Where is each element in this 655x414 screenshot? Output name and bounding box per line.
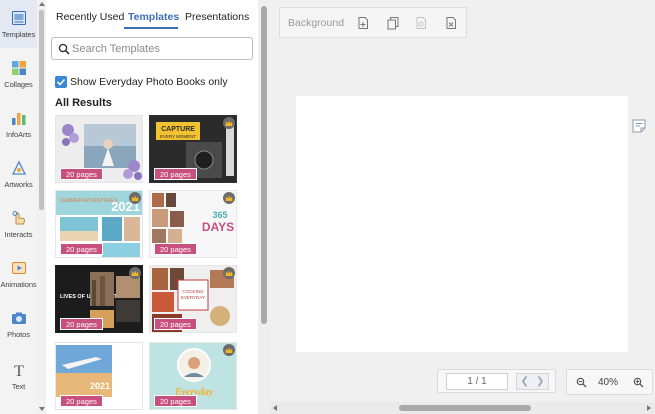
duplicate-page-icon[interactable] (386, 16, 400, 30)
sticky-note-icon[interactable] (631, 118, 647, 134)
rail-item-artworks[interactable]: Artworks (0, 150, 37, 198)
template-title-text: CAPTURE (161, 126, 195, 133)
next-page-icon[interactable]: ❯ (536, 376, 544, 387)
rail-label: Animations (0, 280, 37, 289)
page-nav-buttons: ❮ ❯ (516, 373, 549, 390)
rail-label: Artworks (4, 180, 33, 189)
premium-crown-icon (129, 192, 141, 204)
page-number-input[interactable]: 1 / 1 (446, 373, 508, 390)
premium-crown-icon (223, 117, 235, 129)
template-number-text: 365 (212, 210, 227, 220)
zoom-in-icon[interactable] (633, 377, 644, 388)
panel-scrollbar[interactable] (258, 0, 270, 414)
checkmark-icon (56, 78, 66, 86)
template-card-365-days[interactable]: 365 DAYS 20 pages (149, 190, 237, 258)
template-card-summer-adventures[interactable]: SUMMER ADVENTURES 2021 20 pages (55, 190, 143, 258)
canvas-horizontal-scrollbar[interactable] (270, 402, 655, 414)
premium-crown-icon (223, 344, 235, 356)
pages-badge: 20 pages (154, 318, 197, 330)
active-tab-indicator (124, 27, 178, 29)
rail-label: Photos (7, 330, 30, 339)
templates-panel: Recently Used Templates Presentations Sh… (46, 0, 258, 414)
premium-crown-icon (223, 192, 235, 204)
left-rail: Templates Collages InfoArts Artworks Int… (0, 0, 37, 414)
template-card-lavender-beach[interactable]: 20 pages (55, 115, 143, 183)
rail-item-templates[interactable]: Templates (0, 0, 37, 48)
zoom-out-icon[interactable] (576, 377, 587, 388)
pages-badge: 20 pages (60, 243, 103, 255)
artworks-icon (11, 160, 27, 176)
rail-label: Collages (4, 80, 33, 89)
premium-crown-icon (223, 267, 235, 279)
add-page-icon[interactable] (356, 16, 370, 30)
search-box[interactable] (51, 37, 253, 60)
page-navigator: 1 / 1 ❮ ❯ (437, 369, 556, 393)
panel-tabs: Recently Used Templates Presentations (46, 0, 258, 30)
rail-scrollbar[interactable] (37, 0, 46, 414)
photos-icon (11, 310, 27, 326)
tab-templates[interactable]: Templates (128, 11, 179, 23)
template-card-travel-2021[interactable]: 2021 20 pages (55, 342, 143, 410)
pages-badge: 20 pages (154, 168, 197, 180)
collages-icon (11, 60, 27, 76)
rail-label: Templates (1, 30, 36, 39)
rail-label: Text (11, 382, 26, 391)
everyday-filter[interactable]: Show Everyday Photo Books only (55, 76, 228, 88)
template-subtitle-text: EVERY MOMENT (160, 134, 197, 139)
template-card-cooking-everyday[interactable]: COOKING EVERYDAY 20 pages (149, 265, 237, 333)
rail-item-text[interactable]: T Text (0, 352, 37, 400)
template-title-text: SUMMER ADVENTURES (60, 198, 118, 204)
template-title-text: DAYS (202, 220, 234, 234)
template-card-lives-of-urban-city[interactable]: LIVES OF URBAN CITY 20 pages (55, 265, 143, 333)
animations-icon (11, 260, 27, 276)
interacts-icon (11, 210, 27, 226)
canvas-scroll-thumb[interactable] (399, 405, 531, 411)
rail-item-animations[interactable]: Animations (0, 250, 37, 298)
tab-recently-used[interactable]: Recently Used (56, 11, 124, 23)
pages-badge: 20 pages (60, 318, 103, 330)
scroll-down-arrow-icon[interactable] (39, 407, 45, 411)
background-button[interactable]: Background (288, 17, 344, 29)
scroll-right-arrow-icon[interactable] (647, 405, 651, 411)
pages-badge: 20 pages (154, 395, 197, 407)
canvas-page[interactable] (296, 96, 628, 352)
canvas-area: Background 1 / 1 ❮ ❯ 40% (270, 0, 655, 414)
rail-label: InfoArts (5, 130, 32, 139)
infoarts-icon (11, 110, 27, 126)
rail-label: Interacts (4, 230, 33, 239)
scroll-up-arrow-icon[interactable] (39, 2, 45, 6)
rail-scroll-thumb[interactable] (39, 10, 44, 210)
prev-page-icon[interactable]: ❮ (521, 376, 529, 387)
pages-badge: 20 pages (60, 168, 103, 180)
template-subtitle-text: EVERYDAY (181, 295, 205, 300)
template-title-text: COOKING (182, 289, 204, 294)
paste-page-icon[interactable] (414, 16, 428, 30)
zoom-level: 40% (598, 377, 619, 388)
template-year-text: 2021 (90, 381, 110, 391)
search-icon (58, 43, 70, 55)
zoom-control: 40% (566, 369, 653, 395)
pages-badge: 20 pages (154, 243, 197, 255)
template-card-capture-every-moment[interactable]: CAPTURE EVERY MOMENT 20 pages (149, 115, 237, 183)
templates-icon (11, 10, 27, 26)
text-icon: T (11, 362, 27, 378)
panel-scroll-thumb[interactable] (261, 6, 267, 324)
svg-text:T: T (14, 363, 24, 378)
rail-item-interacts[interactable]: Interacts (0, 200, 37, 248)
scroll-left-arrow-icon[interactable] (273, 405, 277, 411)
results-title: All Results (55, 97, 112, 109)
search-input[interactable] (72, 40, 250, 58)
rail-item-photos[interactable]: Photos (0, 300, 37, 348)
rail-item-collages[interactable]: Collages (0, 50, 37, 98)
tab-presentations[interactable]: Presentations (185, 11, 249, 23)
premium-crown-icon (129, 267, 141, 279)
pages-badge: 20 pages (60, 395, 103, 407)
delete-page-icon[interactable] (444, 16, 458, 30)
rail-item-infoarts[interactable]: InfoArts (0, 100, 37, 148)
everyday-checkbox[interactable] (55, 76, 67, 88)
everyday-checkbox-label: Show Everyday Photo Books only (70, 76, 228, 88)
template-card-everyday[interactable]: Everyday 20 pages (149, 342, 237, 410)
canvas-toolbar: Background (279, 7, 467, 38)
